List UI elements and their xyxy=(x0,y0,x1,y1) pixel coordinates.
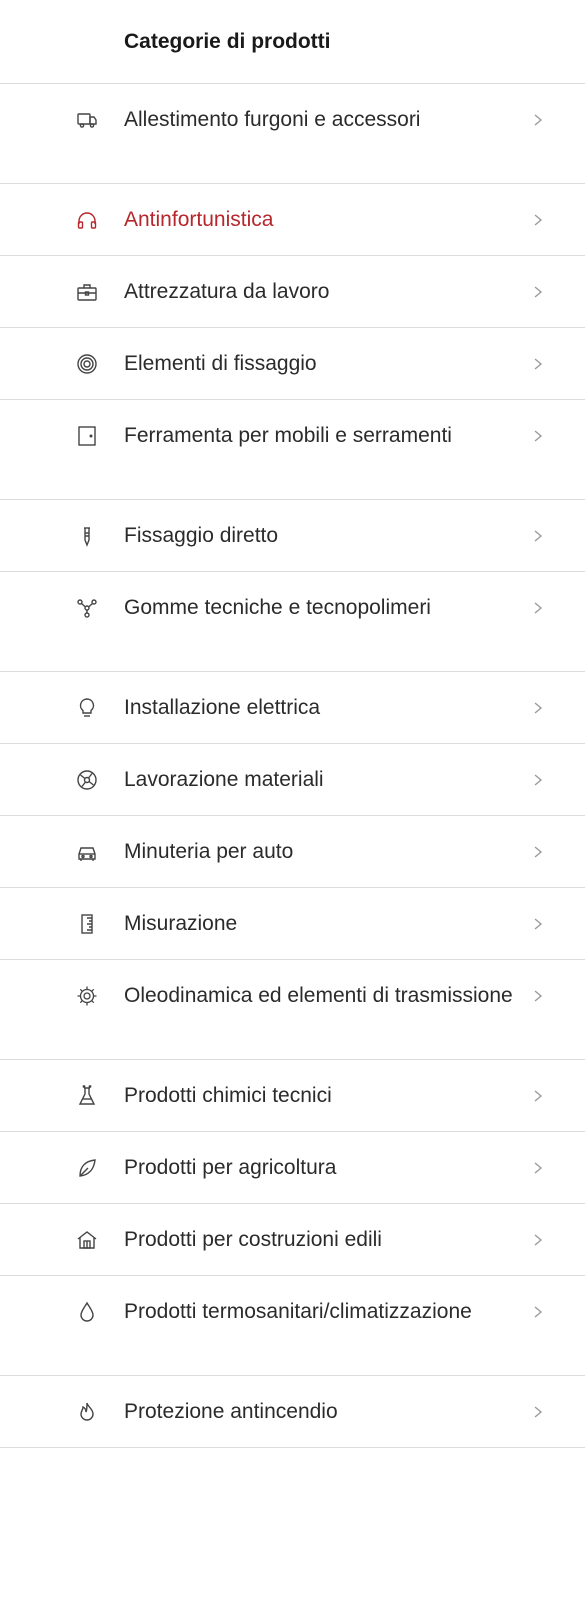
chevron-right-icon xyxy=(531,985,545,1007)
chevron-right-icon xyxy=(531,281,545,303)
category-item[interactable]: Elementi di fissaggio xyxy=(0,328,585,400)
chevron-right-icon xyxy=(531,1229,545,1251)
headphones-icon xyxy=(76,209,98,231)
leaf-icon xyxy=(76,1157,98,1179)
drop-icon xyxy=(76,1301,98,1323)
category-label: Prodotti chimici tecnici xyxy=(124,1084,332,1107)
category-item[interactable]: Misurazione xyxy=(0,888,585,960)
molecule-icon xyxy=(76,597,98,619)
chevron-right-icon xyxy=(531,769,545,791)
chevron-right-icon xyxy=(531,109,545,131)
chevron-right-icon xyxy=(531,597,545,619)
category-item[interactable]: Allestimento furgoni e accessori xyxy=(0,84,585,184)
category-item[interactable]: Prodotti chimici tecnici xyxy=(0,1060,585,1132)
lightbulb-icon xyxy=(76,697,98,719)
chevron-right-icon xyxy=(531,841,545,863)
category-item[interactable]: Gomme tecniche e tecnopolimeri xyxy=(0,572,585,672)
category-item[interactable]: Prodotti per agricoltura xyxy=(0,1132,585,1204)
menu-header: Categorie di prodotti xyxy=(0,0,585,84)
category-label: Elementi di fissaggio xyxy=(124,352,317,375)
category-label: Minuteria per auto xyxy=(124,840,294,863)
category-item[interactable]: Fissaggio diretto xyxy=(0,500,585,572)
gear-icon xyxy=(76,985,98,1007)
category-label: Lavorazione materiali xyxy=(124,768,324,791)
category-item[interactable]: Installazione elettrica xyxy=(0,672,585,744)
house-icon xyxy=(76,1229,98,1251)
category-item[interactable]: Oleodinamica ed elementi di trasmissione xyxy=(0,960,585,1060)
menu-title: Categorie di prodotti xyxy=(124,29,331,53)
category-label: Allestimento furgoni e accessori xyxy=(124,108,421,131)
category-item[interactable]: Antinfortunistica xyxy=(0,184,585,256)
chevron-right-icon xyxy=(531,1401,545,1423)
car-icon xyxy=(76,841,98,863)
category-label: Attrezzatura da lavoro xyxy=(124,280,330,303)
flame-icon xyxy=(76,1401,98,1423)
ruler-icon xyxy=(76,913,98,935)
category-item[interactable]: Ferramenta per mobili e serramenti xyxy=(0,400,585,500)
cutting-disc-icon xyxy=(76,769,98,791)
category-item[interactable]: Prodotti termosanitari/climatizzazione xyxy=(0,1276,585,1376)
category-label: Protezione antincendio xyxy=(124,1400,338,1423)
category-label: Antinfortunistica xyxy=(124,208,274,231)
category-label: Oleodinamica ed elementi di trasmissione xyxy=(124,984,513,1007)
chevron-right-icon xyxy=(531,1085,545,1107)
category-item[interactable]: Lavorazione materiali xyxy=(0,744,585,816)
door-icon xyxy=(76,425,98,447)
category-label: Prodotti per costruzioni edili xyxy=(124,1228,382,1251)
category-label: Misurazione xyxy=(124,912,238,935)
chevron-right-icon xyxy=(531,425,545,447)
category-label: Gomme tecniche e tecnopolimeri xyxy=(124,596,431,619)
chevron-right-icon xyxy=(531,1157,545,1179)
category-label: Installazione elettrica xyxy=(124,696,321,719)
nail-icon xyxy=(76,525,98,547)
category-label: Fissaggio diretto xyxy=(124,524,279,547)
nut-icon xyxy=(76,353,98,375)
category-item[interactable]: Minuteria per auto xyxy=(0,816,585,888)
category-item[interactable]: Prodotti per costruzioni edili xyxy=(0,1204,585,1276)
chevron-right-icon xyxy=(531,1301,545,1323)
chevron-right-icon xyxy=(531,697,545,719)
category-label: Prodotti per agricoltura xyxy=(124,1156,337,1179)
category-item[interactable]: Protezione antincendio xyxy=(0,1376,585,1448)
chevron-right-icon xyxy=(531,353,545,375)
category-menu: Categorie di prodotti Allestimento furgo… xyxy=(0,0,585,1600)
flask-icon xyxy=(76,1085,98,1107)
category-label: Ferramenta per mobili e serramenti xyxy=(124,424,452,447)
category-label: Prodotti termosanitari/climatizzazione xyxy=(124,1300,472,1323)
toolbox-icon xyxy=(76,281,98,303)
chevron-right-icon xyxy=(531,209,545,231)
category-item[interactable]: Attrezzatura da lavoro xyxy=(0,256,585,328)
chevron-right-icon xyxy=(531,913,545,935)
chevron-right-icon xyxy=(531,525,545,547)
van-icon xyxy=(76,109,98,131)
category-list: Allestimento furgoni e accessori Antinfor… xyxy=(0,84,585,1448)
